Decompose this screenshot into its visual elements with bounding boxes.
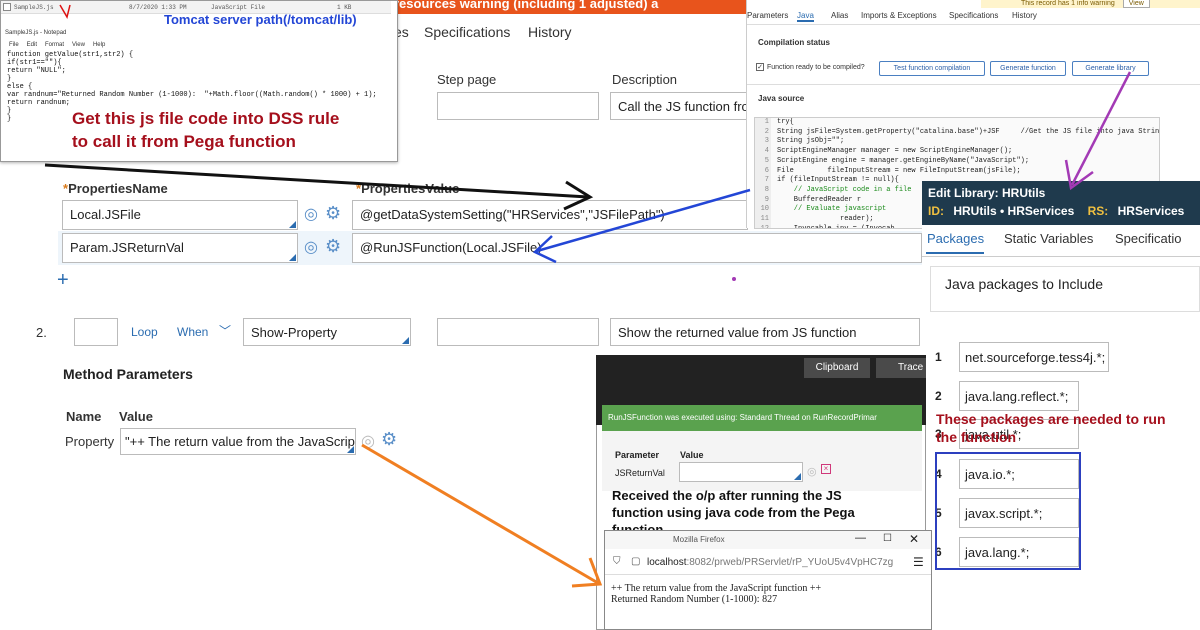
- black-arrow: [44, 163, 594, 211]
- purple-dot: [732, 277, 736, 281]
- blue-arrow: [532, 188, 751, 264]
- purple-arrow: [1064, 71, 1132, 191]
- orange-arrow: [361, 443, 603, 588]
- red-check-arrow: [59, 4, 71, 19]
- annotation-arrows: [44, 4, 1132, 588]
